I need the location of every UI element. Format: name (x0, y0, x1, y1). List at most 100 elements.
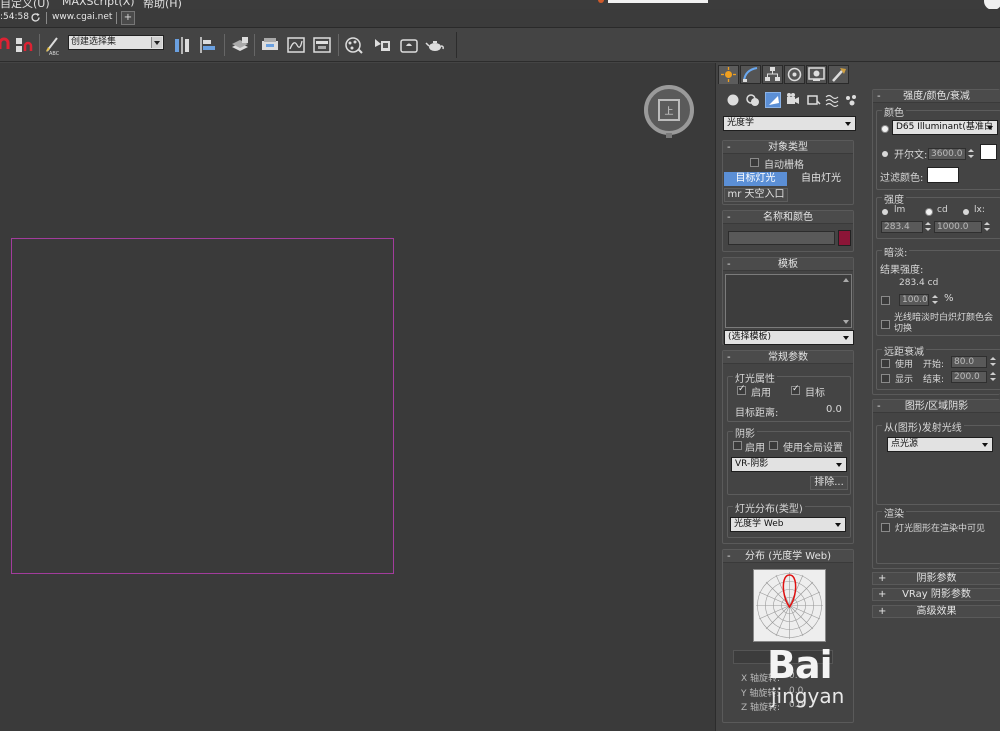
template-scrollbar[interactable] (842, 277, 850, 325)
kelvin-color-swatch[interactable] (980, 144, 997, 160)
far-end-spinner-arrows[interactable] (990, 371, 997, 383)
light-preset-dropdown[interactable]: D65 Illuminant(基准白 (892, 120, 998, 135)
render-teapot-icon[interactable] (425, 35, 445, 55)
intensity-color-rollout: - 强度/颜色/衰减 颜色 D65 Illuminant(基准白 开尔文: 360… (872, 89, 1000, 395)
lx-spinner[interactable]: 1000.0 (934, 221, 982, 233)
far-show-checkbox[interactable] (881, 374, 890, 383)
distribution-value: 光度学 Web (734, 519, 784, 529)
hierarchy-tab[interactable] (762, 65, 783, 84)
target-label: 目标 (805, 388, 825, 399)
use-global-checkbox[interactable] (769, 441, 778, 450)
geometry-category-icon[interactable] (725, 92, 741, 108)
lm-radio[interactable] (882, 209, 888, 215)
light-enable-checkbox[interactable] (737, 384, 746, 395)
shapes-category-icon[interactable] (745, 92, 761, 108)
title-search-field[interactable] (608, 0, 708, 3)
far-use-checkbox[interactable] (881, 359, 890, 368)
kelvin-spinner-arrows[interactable] (968, 148, 975, 160)
template-header[interactable]: - 模板 (723, 258, 853, 271)
schematic-view-icon[interactable] (312, 35, 332, 55)
shape-shadows-header[interactable]: - 图形/区域阴影 (873, 400, 1000, 413)
preset-radio[interactable] (882, 126, 888, 132)
visible-in-render-checkbox[interactable] (881, 523, 890, 532)
scene-explorer-icon[interactable] (260, 35, 280, 55)
render-frame-icon[interactable] (399, 35, 419, 55)
light-properties-group: 灯光属性 启用 目标 目标距离: 0.0 (727, 370, 851, 422)
dimming-spinner-arrows[interactable] (932, 294, 939, 306)
name-color-title: 名称和颜色 (763, 212, 813, 223)
shadow-type-value: VR-阴影 (735, 459, 769, 469)
distribution-dropdown[interactable]: 光度学 Web (730, 517, 846, 532)
shadow-type-dropdown[interactable]: VR-阴影 (731, 457, 847, 472)
create-tab[interactable] (718, 65, 739, 84)
motion-tab[interactable] (784, 65, 805, 84)
intensity-spinner[interactable]: 283.4 (881, 221, 923, 233)
user-avatar[interactable] (984, 0, 1000, 9)
advanced-effects-rollout[interactable]: + 高级效果 (872, 605, 1000, 618)
menu-maxscript[interactable]: MAXScript(X) (62, 0, 135, 8)
exclude-button[interactable]: 排除... (810, 476, 848, 490)
viewcube-icon[interactable]: 上 (641, 83, 697, 139)
display-tab[interactable] (806, 65, 827, 84)
free-light-button[interactable]: 自由灯光 (789, 172, 853, 186)
material-editor-icon[interactable] (344, 35, 364, 55)
far-start-spinner-arrows[interactable] (990, 356, 997, 368)
emit-title: 从(图形)发射光线 (882, 419, 964, 434)
general-params-header[interactable]: - 常规参数 (723, 351, 853, 364)
far-end-spinner[interactable]: 200.0 (951, 371, 987, 383)
modify-tab[interactable] (740, 65, 761, 84)
object-name-input[interactable] (728, 231, 835, 245)
menu-customize[interactable]: 自定义(U) (0, 0, 50, 9)
incandescent-checkbox[interactable] (881, 320, 890, 329)
align-icon[interactable] (198, 35, 218, 55)
web-distribution-header[interactable]: - 分布 (光度学 Web) (723, 550, 853, 563)
add-tab-button[interactable]: + (121, 11, 135, 25)
far-start-spinner[interactable]: 80.0 (951, 356, 987, 368)
object-color-swatch[interactable] (838, 230, 851, 246)
object-type-header[interactable]: - 对象类型 (723, 141, 853, 154)
dimming-checkbox[interactable] (881, 296, 890, 305)
menu-help[interactable]: 帮助(H) (143, 0, 182, 9)
refresh-icon[interactable] (30, 12, 41, 23)
web-distribution-graph[interactable] (753, 569, 826, 642)
spacewarps-category-icon[interactable] (824, 92, 840, 108)
utilities-tab[interactable] (828, 65, 849, 84)
intensity-color-header[interactable]: - 强度/颜色/衰减 (873, 90, 1000, 103)
lx-radio[interactable] (963, 209, 969, 215)
vray-shadow-params-rollout[interactable]: + VRay 阴影参数 (872, 588, 1000, 601)
lx-spinner-arrows[interactable] (984, 221, 991, 233)
light-type-dropdown[interactable]: 光度学 (723, 116, 856, 131)
lights-category-icon[interactable] (765, 92, 781, 108)
shadow-enable-checkbox[interactable] (733, 441, 742, 450)
cameras-category-icon[interactable] (785, 92, 801, 108)
sky-portal-button[interactable]: mr 天空入口 (724, 188, 788, 202)
kelvin-radio[interactable] (882, 151, 888, 157)
autogrid-checkbox[interactable] (750, 158, 759, 167)
target-light-button[interactable]: 目标灯光 (724, 172, 787, 186)
info-bar: :54:58 www.cgai.net + (0, 9, 1000, 28)
helpers-category-icon[interactable] (805, 92, 821, 108)
strength-title: 强度 (882, 191, 906, 206)
render-setup-icon[interactable] (372, 35, 392, 55)
systems-category-icon[interactable] (843, 92, 859, 108)
filter-color-swatch[interactable] (927, 167, 959, 183)
kelvin-spinner[interactable]: 3600.0 (928, 148, 966, 160)
dimming-percent-spinner[interactable]: 100.0 (899, 294, 929, 306)
template-select[interactable]: (选择模板) (724, 330, 854, 345)
template-title: 模板 (778, 259, 798, 270)
mirror-icon[interactable] (172, 35, 192, 55)
edit-named-selection-icon[interactable]: ABC (43, 35, 63, 57)
named-selection-dropdown[interactable]: 创建选择集 (68, 35, 164, 50)
curve-editor-icon[interactable] (286, 35, 306, 55)
percent-snap-icon[interactable] (14, 35, 34, 55)
target-checkbox[interactable] (791, 384, 800, 395)
cd-radio[interactable] (926, 209, 932, 215)
shadow-params-rollout[interactable]: + 阴影参数 (872, 572, 1000, 585)
intensity-spinner-arrows[interactable] (925, 221, 932, 233)
incandescent-label: 光线暗淡时白炽灯颜色会切换 (894, 313, 994, 334)
general-params-rollout: -常规参数 灯光属性 启用 目标 目标距离: 0.0 阴影 启用 使用全局设置 … (722, 350, 854, 544)
layer-manager-icon[interactable] (230, 35, 250, 55)
url-text[interactable]: www.cgai.net (52, 12, 112, 22)
name-color-header[interactable]: - 名称和颜色 (723, 211, 853, 224)
emit-shape-dropdown[interactable]: 点光源 (887, 437, 993, 452)
